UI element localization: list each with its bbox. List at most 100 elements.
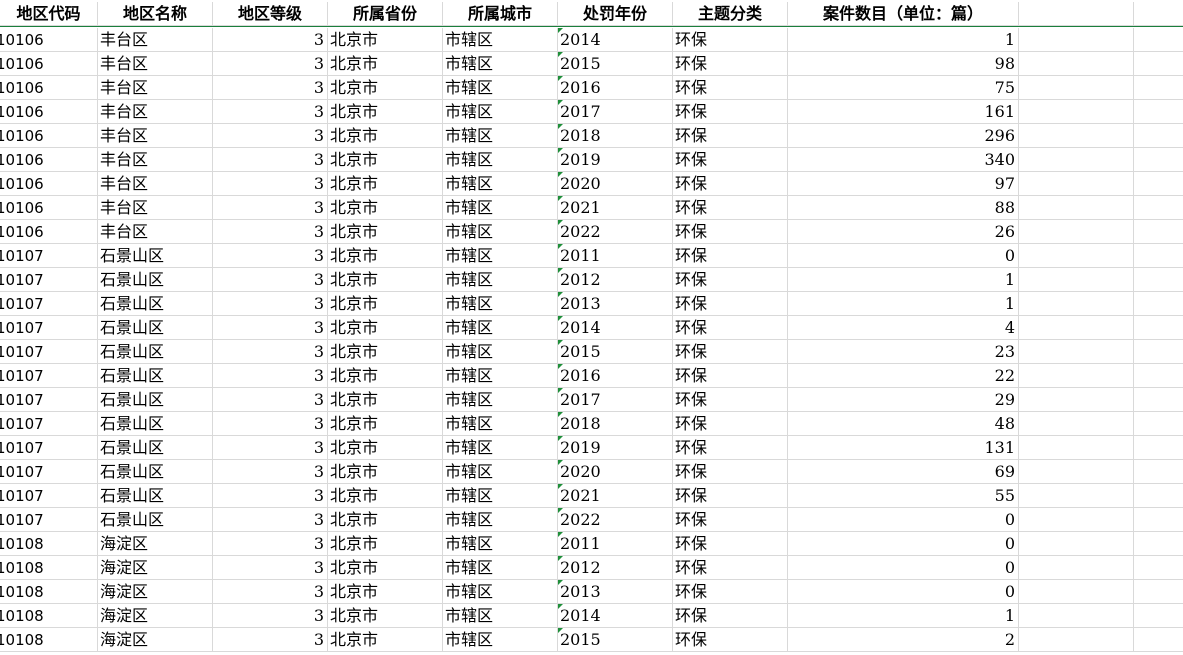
cell-province[interactable]: 北京市 (328, 244, 443, 268)
cell-topic[interactable]: 环保 (673, 412, 788, 436)
cell-case-count[interactable]: 1 (788, 604, 1019, 628)
cell-region-level[interactable]: 3 (213, 460, 328, 484)
cell-empty[interactable] (1019, 220, 1134, 244)
cell-empty[interactable] (1019, 436, 1134, 460)
cell-region-name[interactable]: 海淀区 (98, 604, 213, 628)
cell-topic[interactable]: 环保 (673, 76, 788, 100)
cell-region-level[interactable]: 3 (213, 532, 328, 556)
cell-city[interactable]: 市辖区 (443, 124, 558, 148)
cell-city[interactable]: 市辖区 (443, 196, 558, 220)
cell-region-level[interactable]: 3 (213, 76, 328, 100)
cell-penalty-year[interactable]: 2021 (558, 196, 673, 220)
cell-region-level[interactable]: 3 (213, 244, 328, 268)
cell-province[interactable]: 北京市 (328, 220, 443, 244)
cell-province[interactable]: 北京市 (328, 628, 443, 652)
cell-topic[interactable]: 环保 (673, 604, 788, 628)
cell-topic[interactable]: 环保 (673, 52, 788, 76)
cell-region-level[interactable]: 3 (213, 604, 328, 628)
cell-empty[interactable] (1019, 28, 1134, 52)
cell-empty[interactable] (1019, 52, 1134, 76)
cell-topic[interactable]: 环保 (673, 556, 788, 580)
cell-penalty-year[interactable]: 2019 (558, 148, 673, 172)
cell-empty[interactable] (1019, 484, 1134, 508)
cell-case-count[interactable]: 2 (788, 628, 1019, 652)
cell-case-count[interactable]: 0 (788, 532, 1019, 556)
cell-province[interactable]: 北京市 (328, 172, 443, 196)
cell-province[interactable]: 北京市 (328, 100, 443, 124)
cell-region-level[interactable]: 3 (213, 220, 328, 244)
cell-case-count[interactable]: 296 (788, 124, 1019, 148)
cell-case-count[interactable]: 131 (788, 436, 1019, 460)
cell-city[interactable]: 市辖区 (443, 28, 558, 52)
cell-case-count[interactable]: 22 (788, 364, 1019, 388)
cell-penalty-year[interactable]: 2022 (558, 220, 673, 244)
cell-penalty-year[interactable]: 2017 (558, 100, 673, 124)
cell-province[interactable]: 北京市 (328, 196, 443, 220)
cell-empty[interactable] (1134, 268, 1183, 292)
cell-region-code[interactable]: 10107 (0, 484, 98, 508)
cell-region-name[interactable]: 丰台区 (98, 52, 213, 76)
cell-case-count[interactable]: 98 (788, 52, 1019, 76)
cell-penalty-year[interactable]: 2013 (558, 580, 673, 604)
cell-region-code[interactable]: 10107 (0, 508, 98, 532)
cell-empty[interactable] (1134, 292, 1183, 316)
cell-case-count[interactable]: 1 (788, 292, 1019, 316)
cell-region-name[interactable]: 石景山区 (98, 244, 213, 268)
cell-city[interactable]: 市辖区 (443, 388, 558, 412)
cell-city[interactable]: 市辖区 (443, 436, 558, 460)
cell-region-name[interactable]: 石景山区 (98, 460, 213, 484)
cell-province[interactable]: 北京市 (328, 532, 443, 556)
cell-case-count[interactable]: 88 (788, 196, 1019, 220)
cell-region-code[interactable]: 10108 (0, 628, 98, 652)
cell-province[interactable]: 北京市 (328, 508, 443, 532)
spreadsheet-grid[interactable]: 地区代码 地区名称 地区等级 所属省份 所属城市 处罚年份 主题分类 案件数目（… (0, 0, 1183, 655)
cell-region-name[interactable]: 石景山区 (98, 412, 213, 436)
cell-topic[interactable]: 环保 (673, 100, 788, 124)
cell-city[interactable]: 市辖区 (443, 76, 558, 100)
cell-empty[interactable] (1134, 124, 1183, 148)
cell-region-level[interactable]: 3 (213, 124, 328, 148)
cell-region-name[interactable]: 石景山区 (98, 316, 213, 340)
cell-city[interactable]: 市辖区 (443, 532, 558, 556)
cell-city[interactable]: 市辖区 (443, 148, 558, 172)
cell-province[interactable]: 北京市 (328, 28, 443, 52)
cell-city[interactable]: 市辖区 (443, 52, 558, 76)
cell-empty[interactable] (1019, 628, 1134, 652)
cell-case-count[interactable]: 0 (788, 244, 1019, 268)
cell-region-level[interactable]: 3 (213, 508, 328, 532)
cell-region-name[interactable]: 丰台区 (98, 28, 213, 52)
cell-region-level[interactable]: 3 (213, 268, 328, 292)
cell-region-level[interactable]: 3 (213, 52, 328, 76)
cell-region-name[interactable]: 石景山区 (98, 484, 213, 508)
cell-city[interactable]: 市辖区 (443, 484, 558, 508)
cell-empty[interactable] (1134, 484, 1183, 508)
cell-city[interactable]: 市辖区 (443, 604, 558, 628)
cell-region-name[interactable]: 丰台区 (98, 172, 213, 196)
cell-city[interactable]: 市辖区 (443, 556, 558, 580)
cell-region-code[interactable]: 10108 (0, 532, 98, 556)
cell-topic[interactable]: 环保 (673, 268, 788, 292)
cell-region-level[interactable]: 3 (213, 628, 328, 652)
cell-case-count[interactable]: 26 (788, 220, 1019, 244)
cell-penalty-year[interactable]: 2016 (558, 364, 673, 388)
cell-penalty-year[interactable]: 2012 (558, 268, 673, 292)
cell-penalty-year[interactable]: 2021 (558, 484, 673, 508)
cell-case-count[interactable]: 69 (788, 460, 1019, 484)
cell-region-code[interactable]: 10107 (0, 436, 98, 460)
cell-topic[interactable]: 环保 (673, 484, 788, 508)
cell-penalty-year[interactable]: 2011 (558, 532, 673, 556)
cell-region-code[interactable]: 10106 (0, 148, 98, 172)
cell-region-code[interactable]: 10106 (0, 52, 98, 76)
cell-region-level[interactable]: 3 (213, 316, 328, 340)
cell-region-code[interactable]: 10108 (0, 580, 98, 604)
cell-case-count[interactable]: 1 (788, 28, 1019, 52)
cell-empty[interactable] (1019, 412, 1134, 436)
cell-penalty-year[interactable]: 2016 (558, 76, 673, 100)
cell-region-name[interactable]: 丰台区 (98, 124, 213, 148)
cell-topic[interactable]: 环保 (673, 172, 788, 196)
header-cell-region-code[interactable]: 地区代码 (0, 2, 98, 26)
cell-topic[interactable]: 环保 (673, 148, 788, 172)
cell-province[interactable]: 北京市 (328, 340, 443, 364)
cell-empty[interactable] (1134, 220, 1183, 244)
cell-empty[interactable] (1134, 460, 1183, 484)
